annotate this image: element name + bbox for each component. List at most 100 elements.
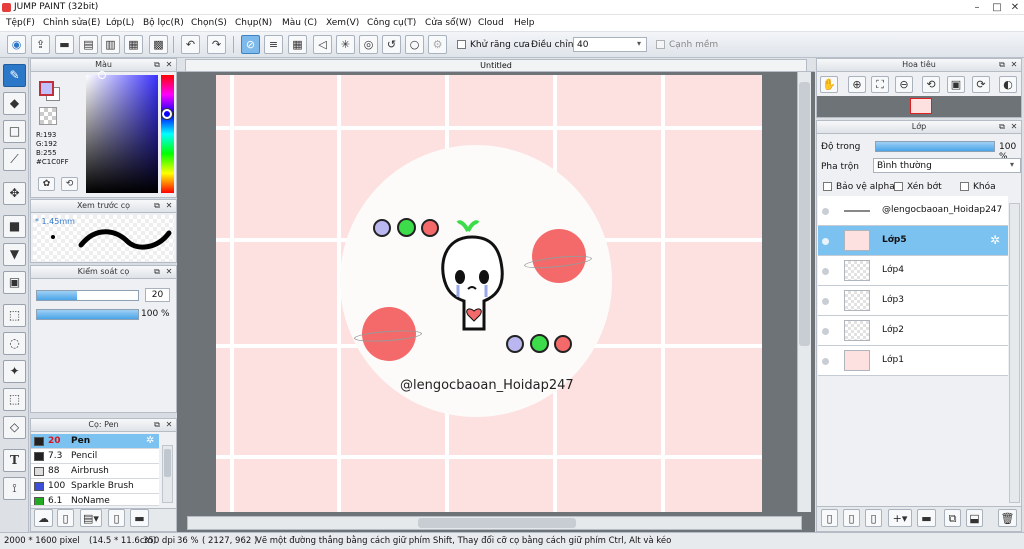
layer-row-lop2[interactable]: Lớp2 xyxy=(818,316,1008,346)
menu-cloud[interactable]: Cloud xyxy=(478,18,504,28)
horizontal-scroll-thumb[interactable] xyxy=(418,518,576,528)
lasso-select-icon[interactable]: ◌ xyxy=(3,332,26,355)
saturation-value-picker[interactable] xyxy=(86,71,158,193)
hand-icon[interactable]: ✋ xyxy=(820,76,838,93)
layer-folder-icon[interactable]: ▬ xyxy=(917,509,936,527)
fill-rect-tool-icon[interactable]: ■ xyxy=(3,215,26,238)
delete-layer-icon[interactable]: 🗑 xyxy=(998,509,1017,527)
gradient-tool-icon[interactable]: ▣ xyxy=(3,271,26,294)
menu-edit[interactable]: Chỉnh sửa(E) xyxy=(43,18,100,28)
visibility-icon[interactable] xyxy=(822,208,829,215)
cloud-icon[interactable]: ◉ xyxy=(7,35,26,54)
transparent-swatch[interactable] xyxy=(39,107,57,125)
adjust-dropdown[interactable]: 40 ▾ xyxy=(573,37,647,52)
shape-tool-icon[interactable]: □ xyxy=(3,120,26,143)
brush-item-pen[interactable]: 20 Pen ✲ xyxy=(31,434,159,449)
menu-layer[interactable]: Lớp(L) xyxy=(106,18,134,28)
visibility-icon[interactable] xyxy=(822,328,829,335)
menu-color[interactable]: Màu (C) xyxy=(282,18,317,28)
grid-layout-icon[interactable]: ▩ xyxy=(149,35,168,54)
document-icon[interactable]: ▦ xyxy=(124,35,143,54)
zoom-in-icon[interactable]: ⊕ xyxy=(848,76,866,93)
brush-folder-icon[interactable]: ▬ xyxy=(130,509,149,527)
navigator-preview[interactable] xyxy=(817,96,1021,117)
eyedropper-icon[interactable]: ⟟ xyxy=(3,477,26,500)
curve-ruler-icon[interactable]: ↺ xyxy=(382,35,401,54)
parallel-ruler-icon[interactable]: ≡ xyxy=(264,35,283,54)
visibility-icon[interactable] xyxy=(822,298,829,305)
layer-row-lop4[interactable]: Lớp4 xyxy=(818,256,1008,286)
new-brush-icon[interactable]: ▯ xyxy=(57,509,74,527)
layer-row-lop1[interactable]: Lớp1 xyxy=(818,346,1008,376)
visibility-icon[interactable] xyxy=(822,268,829,275)
new-layer-8bit-icon[interactable]: ▯ xyxy=(865,509,882,527)
export-icon[interactable]: ⇪ xyxy=(31,35,50,54)
brush-settings-icon[interactable]: ▯ xyxy=(108,509,125,527)
page-icon[interactable]: ▥ xyxy=(101,35,120,54)
menu-filter[interactable]: Bộ lọc(R) xyxy=(143,18,184,28)
select-eraser-icon[interactable]: ◇ xyxy=(3,416,26,439)
visibility-icon[interactable] xyxy=(822,238,829,245)
close-icon[interactable]: ✕ xyxy=(1009,122,1019,132)
brush-item-noname[interactable]: 6.1 NoName xyxy=(31,494,159,506)
magic-wand-icon[interactable]: ✦ xyxy=(3,360,26,383)
rotate-right-icon[interactable]: ⟳ xyxy=(972,76,990,93)
popout-icon[interactable]: ⧉ xyxy=(152,60,162,70)
close-icon[interactable]: ✕ xyxy=(164,267,174,277)
minimize-icon[interactable]: – xyxy=(970,2,984,13)
lock-checkbox[interactable] xyxy=(960,182,969,192)
settings-icon[interactable]: ⚙ xyxy=(428,35,447,54)
chat-icon[interactable]: ▤ xyxy=(79,35,98,54)
color-history-icon[interactable]: ⟲ xyxy=(61,177,78,191)
vanishing-point-icon[interactable]: ◁ xyxy=(313,35,332,54)
maximize-icon[interactable]: □ xyxy=(990,2,1004,13)
hue-handle[interactable] xyxy=(162,109,172,119)
bucket-tool-icon[interactable]: ▼ xyxy=(3,243,26,266)
undo-icon[interactable]: ↶ xyxy=(181,35,200,54)
pen-tool-icon[interactable]: ✎ xyxy=(3,64,26,87)
menu-view[interactable]: Xem(V) xyxy=(326,18,359,28)
brush-cloud-icon[interactable]: ☁ xyxy=(34,509,53,527)
menu-tools[interactable]: Công cụ(T) xyxy=(367,18,416,28)
soft-edge-checkbox[interactable] xyxy=(656,40,665,50)
clip-checkbox[interactable] xyxy=(894,182,903,192)
vertical-scroll-thumb[interactable] xyxy=(799,82,810,346)
add-layer-menu-icon[interactable]: +▾ xyxy=(888,509,912,527)
close-icon[interactable]: ✕ xyxy=(164,201,174,211)
rect-select-icon[interactable]: ⬚ xyxy=(3,304,26,327)
layer-list-scrollbar[interactable] xyxy=(1009,203,1020,503)
antialias-checkbox[interactable] xyxy=(457,40,466,50)
navigator-viewport[interactable] xyxy=(910,98,932,114)
blend-mode-dropdown[interactable]: Bình thường ▾ xyxy=(873,158,1021,173)
menu-file[interactable]: Tệp(F) xyxy=(6,18,35,28)
zoom-out-icon[interactable]: ⊖ xyxy=(895,76,913,93)
menu-help[interactable]: Help xyxy=(514,18,535,28)
brush-list-scrollbar[interactable] xyxy=(162,445,173,503)
merge-layer-icon[interactable]: ⬓ xyxy=(966,509,983,527)
gear-icon[interactable]: ✲ xyxy=(146,435,154,446)
flip-icon[interactable]: ◐ xyxy=(999,76,1017,93)
brush-menu-icon[interactable]: ▤▾ xyxy=(80,509,102,527)
hue-slider[interactable] xyxy=(161,75,174,193)
brush-item-sparkle[interactable]: 100 Sparkle Brush xyxy=(31,479,159,494)
brush-size-input[interactable]: 20 xyxy=(145,288,170,302)
rotate-left-icon[interactable]: ⟲ xyxy=(922,76,940,93)
close-icon[interactable]: ✕ xyxy=(1008,2,1022,13)
eraser-tool-icon[interactable]: ◆ xyxy=(3,92,26,115)
vertical-scrollbar[interactable] xyxy=(797,72,811,512)
new-layer-icon[interactable]: ▯ xyxy=(821,509,838,527)
document-tab[interactable]: Untitled xyxy=(185,59,807,72)
close-icon[interactable]: ✕ xyxy=(1009,60,1019,70)
visibility-icon[interactable] xyxy=(822,358,829,365)
palette-icon[interactable]: ✿ xyxy=(38,177,55,191)
popout-icon[interactable]: ⧉ xyxy=(152,420,162,430)
comment-icon[interactable]: ▬ xyxy=(55,35,74,54)
redo-icon[interactable]: ↷ xyxy=(207,35,226,54)
layer-row-watermark[interactable]: @lengocbaoan_Hoidap247 xyxy=(818,196,1008,226)
move-tool-icon[interactable]: ✥ xyxy=(3,182,26,205)
close-icon[interactable]: ✕ xyxy=(164,420,174,430)
select-pen-icon[interactable]: ⬚ xyxy=(3,388,26,411)
text-tool-icon[interactable]: T xyxy=(3,449,26,472)
brush-size-slider[interactable] xyxy=(36,290,139,301)
menu-window[interactable]: Cửa sổ(W) xyxy=(425,18,471,28)
